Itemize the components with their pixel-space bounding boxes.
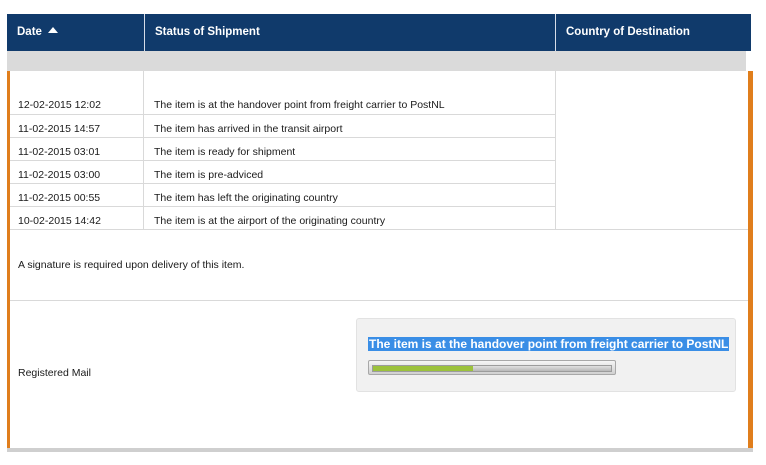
row-date: 11-02-2015 03:00 — [18, 169, 101, 181]
current-status-text: The item is at the handover point from f… — [368, 337, 730, 351]
status-header-label: Status of Shipment — [155, 26, 260, 38]
country-header-label: Country of Destination — [566, 26, 690, 38]
row-status: The item is pre-adviced — [154, 169, 264, 181]
header-spacer-band — [7, 51, 746, 71]
current-status-box: The item is at the handover point from f… — [356, 318, 736, 392]
row-status: The item has left the originating countr… — [154, 192, 338, 204]
row-date: 11-02-2015 00:55 — [18, 192, 101, 204]
signature-note: A signature is required upon delivery of… — [18, 259, 245, 271]
status-column-header: Status of Shipment — [144, 14, 555, 51]
table-row: 12-02-2015 12:02 The item is at the hand… — [10, 71, 555, 114]
progress-fill — [373, 366, 473, 371]
date-column-header[interactable]: Date — [7, 14, 144, 51]
row-status: The item is at the handover point from f… — [154, 99, 445, 111]
section-divider — [10, 300, 748, 301]
country-column-header: Country of Destination — [555, 14, 751, 51]
table-row: 11-02-2015 14:57 The item has arrived in… — [10, 114, 555, 138]
row-date: 11-02-2015 03:01 — [18, 146, 101, 158]
table-row: 11-02-2015 03:01 The item is ready for s… — [10, 137, 555, 161]
sort-ascending-icon[interactable] — [47, 27, 58, 33]
table-row: 10-02-2015 14:42 The item is at the airp… — [10, 206, 555, 230]
row-date: 11-02-2015 14:57 — [18, 123, 101, 135]
bottom-divider — [7, 448, 753, 452]
row-date: 12-02-2015 12:02 — [18, 99, 101, 111]
row-status: The item is at the airport of the origin… — [154, 215, 386, 227]
date-header-label: Date — [17, 26, 42, 38]
section-divider — [10, 229, 748, 230]
row-status: The item has arrived in the transit airp… — [154, 123, 343, 135]
column-divider — [555, 71, 556, 230]
mail-type-label: Registered Mail — [18, 367, 91, 379]
row-status: The item is ready for shipment — [154, 146, 296, 158]
table-row: 11-02-2015 00:55 The item has left the o… — [10, 183, 555, 207]
table-row: 11-02-2015 03:00 The item is pre-adviced — [10, 160, 555, 184]
shipment-details-panel: 12-02-2015 12:02 The item is at the hand… — [7, 71, 753, 448]
shipment-progress-bar — [368, 360, 616, 375]
tracking-table-header: Date Status of Shipment Country of Desti… — [7, 14, 751, 51]
row-date: 10-02-2015 14:42 — [18, 215, 101, 227]
progress-track — [372, 365, 612, 372]
